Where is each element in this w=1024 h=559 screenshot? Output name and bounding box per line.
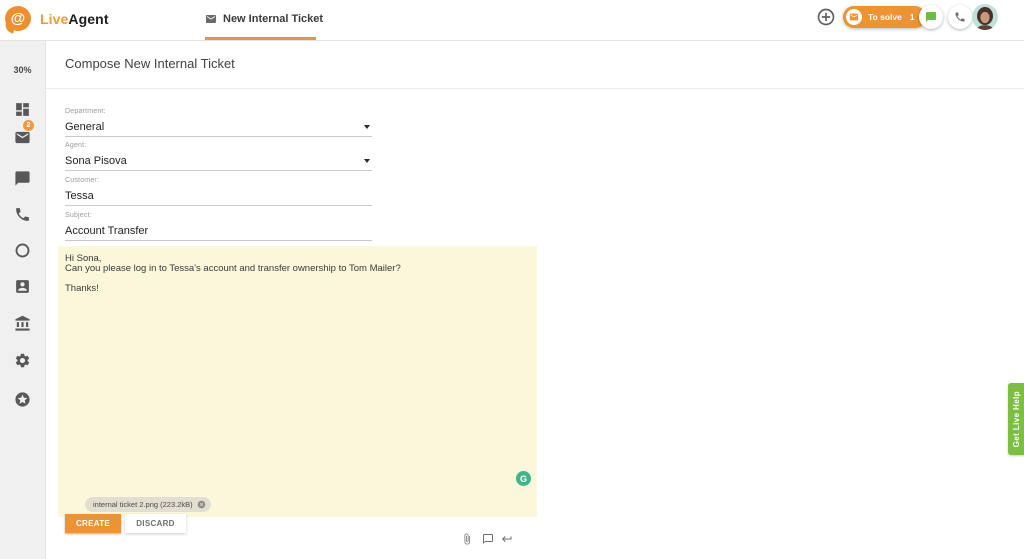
page-title: Compose New Internal Ticket [65,56,235,71]
sidebar: 30% 2 [0,41,46,559]
discard-button[interactable]: DISCARD [125,514,186,533]
get-live-help-button[interactable]: Get Live Help [1008,383,1024,455]
sidebar-item-calls[interactable] [14,206,31,223]
sidebar-item-contacts[interactable] [14,278,31,295]
chats-icon [14,170,31,187]
envelope-icon [849,12,859,22]
attachment-label: internal ticket 2.png (223.2kB) [93,500,193,509]
contacts-card-icon [14,278,31,295]
message-body-text: Hi Sona, Can you please log in to Tessa'… [58,246,537,302]
call-status-button[interactable] [948,5,972,29]
add-circle-icon [816,7,836,27]
top-bar: @ LiveAgent New Internal Ticket To solve… [0,0,1024,41]
customer-field: Customer: [65,177,372,206]
sidebar-item-more[interactable] [14,391,31,408]
get-live-help-label: Get Live Help [1012,391,1021,447]
tab-new-internal-ticket[interactable]: New Internal Ticket [205,0,323,38]
more-star-icon [14,391,31,408]
liveagent-logo[interactable]: @ LiveAgent [5,6,109,31]
logo-bubble-icon: @ [5,6,31,31]
comment-button[interactable] [482,533,494,545]
insert-return-icon [501,533,513,545]
phone-icon [954,11,966,23]
chevron-down-icon [364,159,370,163]
logo-live: Live [40,11,68,27]
add-button[interactable] [816,7,836,27]
logo-text: LiveAgent [40,11,109,27]
chat-icon [925,11,937,23]
subject-input[interactable] [65,225,372,237]
logo-agent: Agent [68,11,108,27]
agent-field: Agent: Sona Pisova [65,142,372,171]
grammarly-icon[interactable]: G [516,471,531,486]
academy-bank-icon [14,315,31,332]
sidebar-item-dashboard[interactable] [14,101,31,118]
to-solve-count: 1 [910,12,915,22]
subject-label: Subject: [65,212,372,220]
usage-indicator: 30% [0,65,45,75]
compose-panel: Compose New Internal Ticket Department: … [46,41,1024,559]
social-ring-icon [14,242,31,259]
to-solve-label: To solve [868,12,902,22]
insert-return-button[interactable] [501,533,513,545]
sidebar-item-chats[interactable] [14,170,31,187]
attach-file-button[interactable] [461,533,473,545]
attachment-chip[interactable]: internal ticket 2.png (223.2kB) [85,497,211,512]
to-solve-button[interactable]: To solve 1 [843,6,926,28]
message-body-editor[interactable]: Hi Sona, Can you please log in to Tessa'… [58,246,537,517]
department-select[interactable]: General [65,121,372,137]
envelope-icon [205,13,217,25]
department-value: General [65,121,104,133]
sidebar-item-social[interactable] [14,242,31,259]
department-field: Department: General [65,108,372,137]
title-divider [46,88,1024,89]
sidebar-item-settings[interactable] [14,352,31,369]
attach-file-icon [461,533,473,545]
ticket-count-badge: 2 [23,120,34,131]
liveagent-app: @ LiveAgent New Internal Ticket To solve… [0,0,1024,559]
chevron-down-icon [364,125,370,129]
tab-label: New Internal Ticket [223,13,323,25]
agent-select[interactable]: Sona Pisova [65,155,372,171]
dashboard-icon [14,101,31,118]
logo-at-symbol: @ [11,10,26,27]
subject-field: Subject: [65,212,372,241]
chat-status-button[interactable] [919,5,943,29]
active-tab-indicator [205,37,316,40]
remove-attachment-icon[interactable] [197,500,206,509]
tickets-mail-icon [14,129,31,146]
agent-value: Sona Pisova [65,155,127,167]
calls-icon [14,206,31,223]
sidebar-item-tickets[interactable] [14,129,31,146]
customer-input[interactable] [65,190,372,202]
avatar-image [972,4,998,30]
agent-label: Agent: [65,142,372,150]
customer-label: Customer: [65,177,372,185]
create-button[interactable]: CREATE [65,514,121,533]
sidebar-item-academy[interactable] [14,315,31,332]
department-label: Department: [65,108,372,116]
settings-gear-icon [14,352,31,369]
comment-bubble-icon [482,533,494,545]
to-solve-circle [846,9,862,25]
user-avatar[interactable] [972,4,998,30]
